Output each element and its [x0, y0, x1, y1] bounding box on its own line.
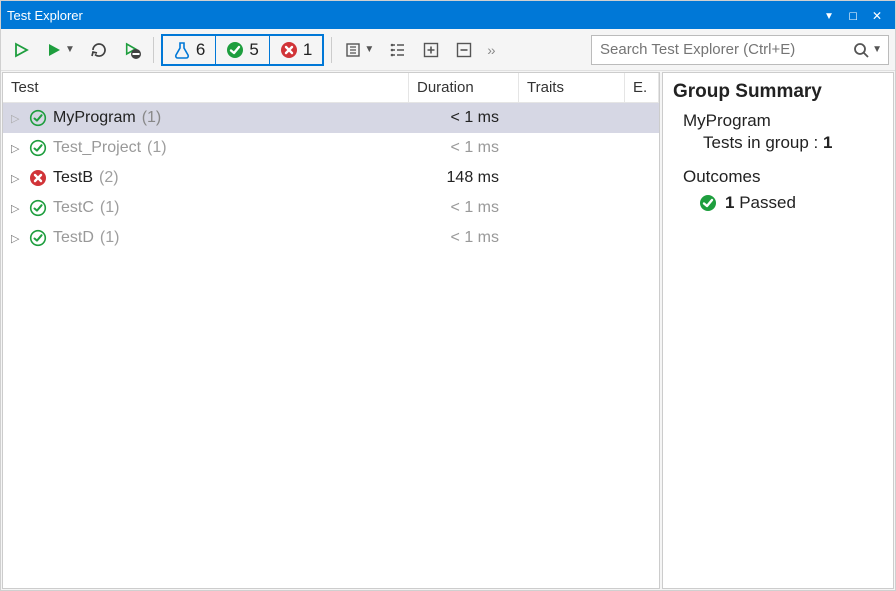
column-test[interactable]: Test — [3, 73, 409, 102]
test-duration: < 1 ms — [409, 199, 519, 217]
repeat-icon — [90, 41, 108, 59]
chevron-down-icon: ▼ — [364, 44, 374, 55]
test-rows: ▷ MyProgram (1) < 1 ms ▷ Test_Project (1) < 1… — [3, 103, 659, 588]
test-row[interactable]: ▷ TestD (1) < 1 ms — [3, 223, 659, 253]
close-button[interactable]: ✕ — [865, 6, 889, 24]
summary-pane: Group Summary MyProgram Tests in group :… — [662, 72, 894, 589]
pass-icon — [699, 194, 717, 212]
test-count: (2) — [99, 169, 119, 187]
play-blocked-icon — [123, 41, 141, 59]
filter-total-button[interactable]: 6 — [163, 36, 216, 64]
pass-icon — [226, 41, 244, 59]
summary-outcome-row: 1 Passed — [699, 193, 883, 213]
play-icon — [45, 41, 63, 59]
expand-icon — [422, 41, 440, 59]
search-box[interactable]: ▼ — [591, 35, 889, 65]
separator — [153, 37, 154, 63]
tree-icon — [389, 41, 407, 59]
column-duration[interactable]: Duration — [409, 73, 519, 102]
test-name: MyProgram — [53, 109, 136, 127]
test-explorer-window: Test Explorer ▾ ☐ ✕ ▼ 6 5 — [0, 0, 896, 591]
filter-total-count: 6 — [196, 40, 205, 60]
fail-icon — [29, 169, 47, 187]
summary-tests-count: 1 — [823, 133, 832, 152]
playlist-button[interactable]: ▼ — [339, 36, 379, 64]
test-duration: < 1 ms — [409, 229, 519, 247]
flask-icon — [173, 41, 191, 59]
test-count: (1) — [100, 229, 120, 247]
toolbar: ▼ 6 5 1 ▼ — [1, 29, 895, 71]
test-row[interactable]: ▷ MyProgram (1) < 1 ms — [3, 103, 659, 133]
summary-outcomes-heading: Outcomes — [683, 167, 883, 187]
test-duration: < 1 ms — [409, 109, 519, 127]
chevron-down-icon[interactable]: ▼ — [872, 44, 882, 55]
summary-outcome-count: 1 — [725, 193, 734, 212]
test-list-pane: Test Duration Traits E. ▷ MyProgram (1) < … — [2, 72, 660, 589]
search-input[interactable] — [598, 40, 852, 59]
test-duration: 148 ms — [409, 169, 519, 187]
expander-icon[interactable]: ▷ — [11, 172, 23, 185]
test-duration: < 1 ms — [409, 139, 519, 157]
filter-group: 6 5 1 — [161, 34, 324, 66]
test-row[interactable]: ▷ TestC (1) < 1 ms — [3, 193, 659, 223]
test-name: TestD — [53, 229, 94, 247]
test-count: (1) — [147, 139, 167, 157]
summary-heading: Group Summary — [673, 81, 883, 103]
play-outline-icon — [12, 41, 30, 59]
filter-failed-button[interactable]: 1 — [270, 36, 322, 64]
collapse-all-button[interactable] — [450, 36, 478, 64]
expander-icon[interactable]: ▷ — [11, 232, 23, 245]
run-button[interactable]: ▼ — [40, 36, 80, 64]
summary-tests-line: Tests in group : 1 — [703, 133, 883, 153]
separator — [331, 37, 332, 63]
maximize-button[interactable]: ☐ — [841, 6, 865, 24]
group-by-button[interactable] — [384, 36, 412, 64]
test-count: (1) — [142, 109, 162, 127]
search-icon[interactable] — [852, 41, 870, 59]
run-failed-button[interactable] — [118, 36, 146, 64]
expand-all-button[interactable] — [417, 36, 445, 64]
expander-icon[interactable]: ▷ — [11, 112, 23, 125]
pass-outline-icon — [29, 139, 47, 157]
summary-outcome-text: Passed — [739, 193, 796, 212]
main-area: Test Duration Traits E. ▷ MyProgram (1) < … — [1, 71, 895, 590]
summary-group-name: MyProgram — [683, 111, 883, 131]
repeat-last-run-button[interactable] — [85, 36, 113, 64]
test-name: Test_Project — [53, 139, 141, 157]
column-error[interactable]: E. — [625, 73, 659, 102]
filter-passed-button[interactable]: 5 — [216, 36, 269, 64]
pass-outline-icon — [29, 109, 47, 127]
expander-icon[interactable]: ▷ — [11, 142, 23, 155]
column-traits[interactable]: Traits — [519, 73, 625, 102]
fail-icon — [280, 41, 298, 59]
toolbar-overflow-button[interactable]: ›› — [483, 42, 498, 58]
column-headers: Test Duration Traits E. — [3, 73, 659, 103]
window-title: Test Explorer — [7, 8, 817, 23]
summary-tests-label: Tests in group : — [703, 133, 818, 152]
test-name: TestB — [53, 169, 93, 187]
test-row[interactable]: ▷ TestB (2) 148 ms — [3, 163, 659, 193]
collapse-icon — [455, 41, 473, 59]
filter-failed-count: 1 — [303, 40, 312, 60]
pass-outline-icon — [29, 199, 47, 217]
settings-icon — [344, 41, 362, 59]
titlebar: Test Explorer ▾ ☐ ✕ — [1, 1, 895, 29]
chevron-down-icon: ▼ — [65, 44, 75, 55]
pass-outline-icon — [29, 229, 47, 247]
filter-passed-count: 5 — [249, 40, 258, 60]
expander-icon[interactable]: ▷ — [11, 202, 23, 215]
test-count: (1) — [100, 199, 120, 217]
test-name: TestC — [53, 199, 94, 217]
run-all-button[interactable] — [7, 36, 35, 64]
window-dropdown-button[interactable]: ▾ — [817, 6, 841, 24]
test-row[interactable]: ▷ Test_Project (1) < 1 ms — [3, 133, 659, 163]
